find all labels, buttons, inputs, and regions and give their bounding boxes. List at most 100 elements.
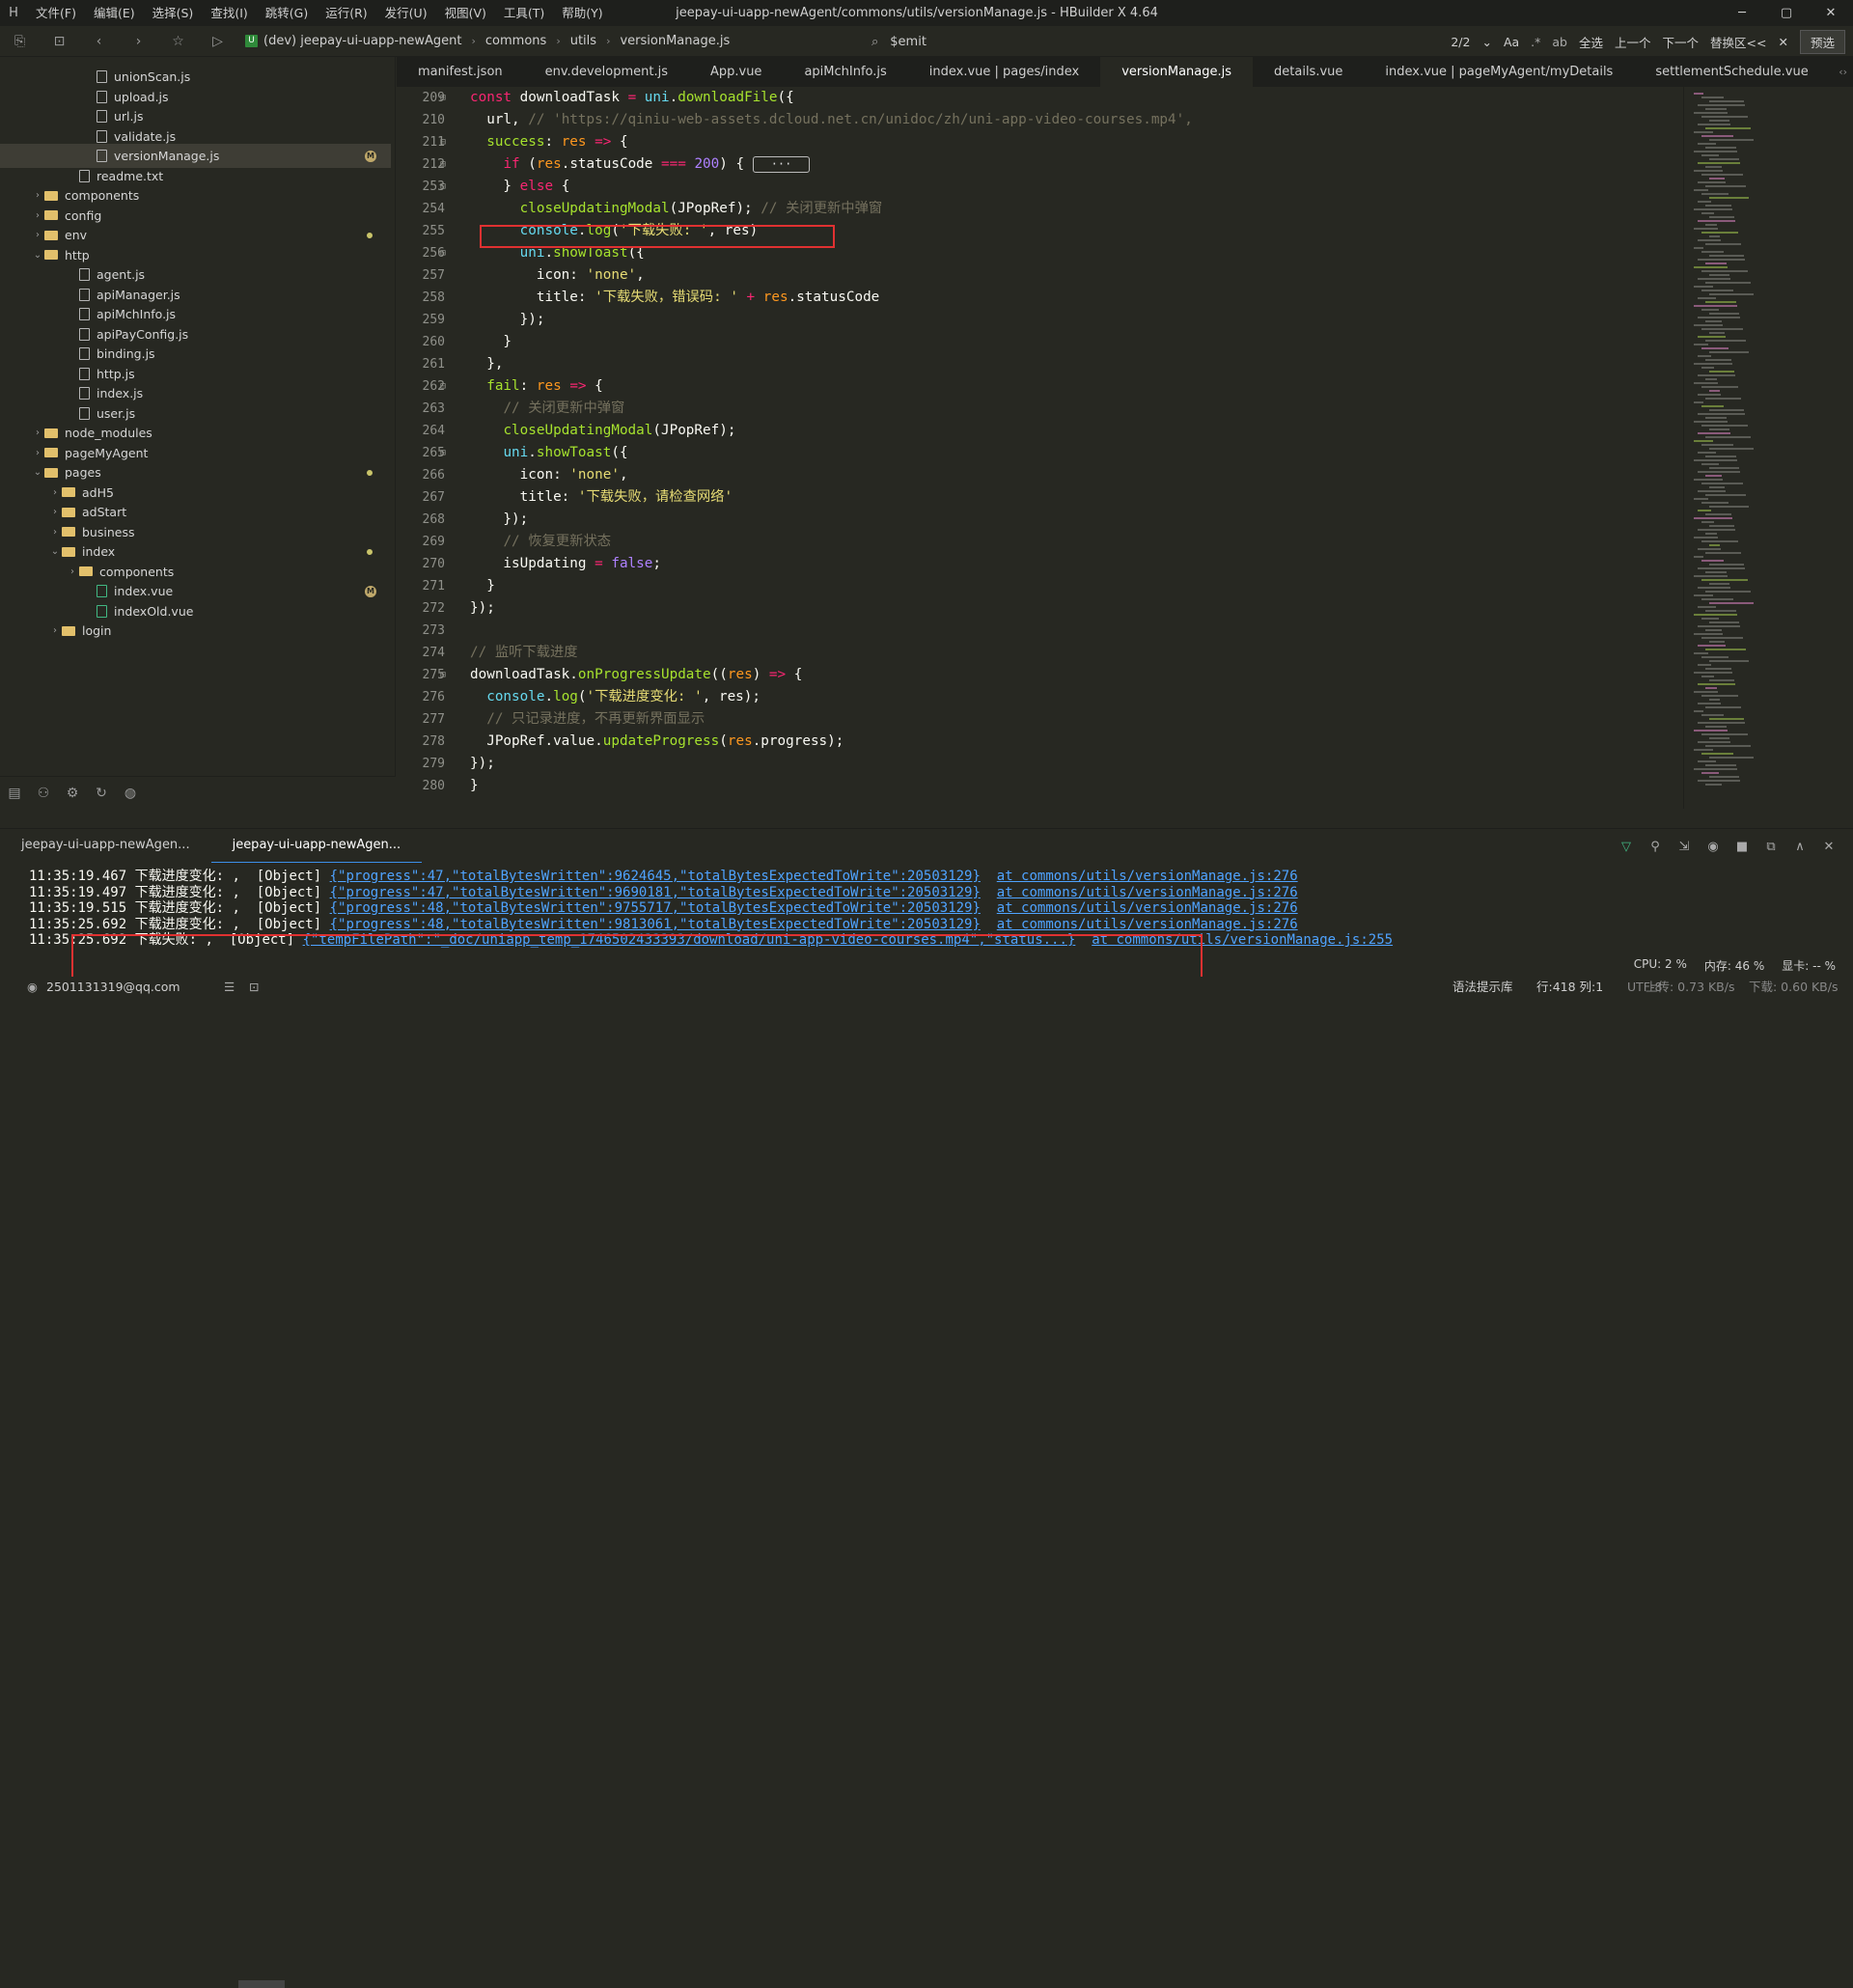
fold-toggle-icon[interactable]: ⊟ <box>437 375 449 398</box>
record-icon[interactable]: ◉ <box>1699 840 1728 854</box>
run-icon[interactable]: ▷ <box>198 34 237 49</box>
refresh-icon[interactable]: ↻ <box>87 786 116 801</box>
editor-tab[interactable]: versionManage.js <box>1100 57 1254 87</box>
chevron-icon[interactable]: › <box>48 487 62 498</box>
breadcrumb-item[interactable]: (dev) jeepay-ui-uapp-newAgent <box>263 34 462 48</box>
find-input[interactable]: $emit <box>890 35 926 49</box>
cursor-position[interactable]: 行:418 列:1 <box>1536 977 1603 998</box>
close-panel-icon[interactable]: ✕ <box>1814 840 1843 854</box>
globe-icon[interactable]: ◍ <box>116 786 145 801</box>
fold-toggle-icon[interactable]: ⊟ <box>437 131 449 153</box>
menu-item[interactable]: 选择(S) <box>144 0 203 26</box>
syntax-hint[interactable]: 语法提示库 <box>1452 977 1513 998</box>
new-file-icon[interactable]: ⎘ <box>0 34 40 49</box>
fold-toggle-icon[interactable]: ⊞ <box>437 153 449 176</box>
minimap-line <box>1701 154 1719 156</box>
regex-icon[interactable]: .* <box>1531 35 1540 49</box>
back-icon[interactable]: ‹ <box>79 34 119 49</box>
editor-tab[interactable]: App.vue <box>689 57 783 87</box>
folder-icon[interactable]: ▤ <box>0 786 29 801</box>
fold-toggle-icon[interactable]: ⊟ <box>437 442 449 464</box>
chevron-icon[interactable]: › <box>31 210 44 221</box>
tree-item[interactable]: › login <box>0 619 391 643</box>
find-action-4[interactable]: 替换区<< <box>1710 33 1766 51</box>
popout-icon[interactable]: ⧉ <box>1756 840 1785 854</box>
settings-icon[interactable]: ⚙ <box>58 786 87 801</box>
maximize-icon[interactable]: ▢ <box>1764 0 1809 26</box>
breadcrumb-item[interactable]: utils <box>570 34 596 48</box>
chevron-icon[interactable]: › <box>31 428 44 438</box>
code-line: 268 }); <box>397 509 1680 531</box>
line-number: 271 <box>422 579 445 594</box>
editor-tab[interactable]: env.development.js <box>524 57 689 87</box>
plugin-icon[interactable]: ⚇ <box>29 786 58 801</box>
chevron-icon[interactable]: ⌄ <box>31 467 44 478</box>
menu-item[interactable]: 文件(F) <box>27 0 85 26</box>
breadcrumb-item[interactable]: commons <box>485 34 546 48</box>
vue-file-icon <box>97 585 107 597</box>
find-action-3[interactable]: 下一个 <box>1663 33 1700 51</box>
editor-tab[interactable]: manifest.json <box>397 57 524 87</box>
star-icon[interactable]: ☆ <box>158 34 198 49</box>
chevron-icon[interactable]: › <box>31 190 44 201</box>
menu-item[interactable]: 跳转(G) <box>257 0 317 26</box>
save-icon[interactable]: ⊡ <box>40 34 79 49</box>
minimap-line <box>1709 525 1734 527</box>
chevron-icon[interactable]: › <box>48 527 62 538</box>
fold-toggle-icon[interactable]: ⊟ <box>437 242 449 264</box>
chevron-icon[interactable]: › <box>48 625 62 636</box>
fold-toggle-icon[interactable]: ⊟ <box>437 87 449 109</box>
minimap-line <box>1709 409 1744 411</box>
console-tab[interactable]: jeepay-ui-uapp-newAgen... <box>0 829 211 864</box>
horizontal-scrollbar[interactable] <box>238 1980 285 1988</box>
minimap-line <box>1698 760 1716 762</box>
menu-item[interactable]: 工具(T) <box>495 0 553 26</box>
chevron-icon[interactable]: ⌄ <box>31 250 44 261</box>
vue-icon[interactable]: ▽ <box>1612 840 1641 854</box>
code-line: 209 ⊟ const downloadTask = uni.downloadFil… <box>397 87 1680 109</box>
list-icon[interactable]: ☰ <box>224 977 235 998</box>
chevron-icon[interactable]: › <box>48 507 62 517</box>
editor-tab[interactable]: index.vue | pages/index <box>908 57 1100 87</box>
match-dropdown-icon[interactable]: ⌄ <box>1481 35 1491 49</box>
close-icon[interactable]: ✕ <box>1809 0 1853 26</box>
user-account[interactable]: 2501131319@qq.com <box>46 977 180 998</box>
close-find-icon[interactable]: ✕ <box>1779 35 1788 49</box>
console-tab[interactable]: jeepay-ui-uapp-newAgen... <box>210 829 423 864</box>
editor-tab[interactable]: apiMchInfo.js <box>783 57 907 87</box>
chevron-icon[interactable]: › <box>66 566 79 577</box>
find-action-2[interactable]: 上一个 <box>1615 33 1651 51</box>
minimap-line <box>1709 641 1725 643</box>
editor-tab[interactable]: details.vue <box>1253 57 1364 87</box>
find-action-0[interactable]: Aa <box>1504 35 1519 49</box>
minimap[interactable] <box>1683 87 1853 809</box>
tabs-scroll-icon[interactable]: ‹› <box>1839 57 1847 87</box>
whole-word-icon[interactable]: ab <box>1552 35 1567 49</box>
menu-item[interactable]: 编辑(E) <box>85 0 144 26</box>
tree-item-label: readme.txt <box>97 168 164 183</box>
editor-tab[interactable]: index.vue | pageMyAgent/myDetails <box>1364 57 1634 87</box>
preview-button[interactable]: 预选 <box>1799 29 1845 54</box>
fold-toggle-icon[interactable]: ⊟ <box>437 176 449 198</box>
stop-icon[interactable]: ■ <box>1728 840 1756 854</box>
code-editor[interactable]: 209 ⊟ const downloadTask = uni.downloadFil… <box>397 87 1680 809</box>
minimize-icon[interactable]: ─ <box>1720 0 1764 26</box>
debug-icon[interactable]: ⚲ <box>1641 840 1670 854</box>
chevron-icon[interactable]: › <box>31 230 44 240</box>
menu-item[interactable]: 发行(U) <box>376 0 436 26</box>
chevron-icon[interactable]: ⌄ <box>48 546 62 557</box>
menu-item[interactable]: 查找(I) <box>202 0 256 26</box>
minimap-line <box>1705 726 1727 728</box>
export-icon[interactable]: ⇲ <box>1670 840 1699 854</box>
forward-icon[interactable]: › <box>119 34 158 49</box>
terminal-icon[interactable]: ⊡ <box>249 977 259 998</box>
menu-item[interactable]: 视图(V) <box>436 0 495 26</box>
collapse-icon[interactable]: ∧ <box>1785 840 1814 854</box>
chevron-icon[interactable]: › <box>31 448 44 458</box>
tree-item-label: http <box>65 247 90 262</box>
fold-toggle-icon[interactable]: ⊟ <box>437 664 449 686</box>
find-action-1[interactable]: 全选 <box>1579 33 1603 51</box>
menu-item[interactable]: 运行(R) <box>317 0 375 26</box>
editor-tab[interactable]: settlementSchedule.vue <box>1634 57 1829 87</box>
breadcrumb-item[interactable]: versionManage.js <box>620 34 730 48</box>
